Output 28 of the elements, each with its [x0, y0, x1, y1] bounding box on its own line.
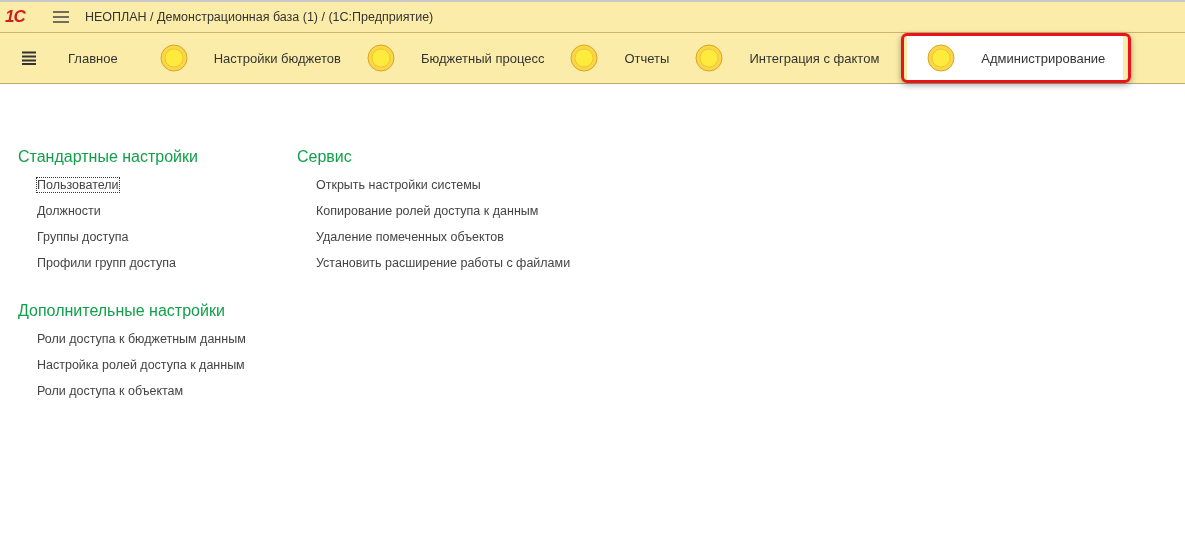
- group-heading: Сервис: [297, 148, 353, 166]
- section-tab[interactable]: Отчеты: [564, 36, 676, 80]
- link[interactable]: Роли доступа к бюджетным данным: [36, 331, 247, 347]
- link[interactable]: Установить расширение работы с файлами: [315, 255, 572, 271]
- section-tab[interactable]: Главное: [58, 36, 124, 80]
- link[interactable]: Группы доступа: [36, 229, 130, 245]
- logo: 1С: [5, 7, 27, 27]
- link[interactable]: Удаление помеченных объектов: [315, 229, 505, 245]
- circle-icon: [570, 44, 599, 72]
- link[interactable]: Роли доступа к объектам: [36, 383, 185, 399]
- section-tab[interactable]: Настройки бюджетов: [153, 36, 347, 80]
- link[interactable]: Открыть настройки системы: [315, 177, 482, 193]
- window-title: НЕОПЛАН / Демонстрационная база (1) / (1С:Предприятие): [85, 10, 434, 24]
- circle-icon: [366, 44, 395, 72]
- link[interactable]: Должности: [36, 203, 102, 219]
- section-tab[interactable]: Администрирование: [907, 36, 1124, 80]
- group-heading: Дополнительные настройки: [18, 302, 226, 320]
- group-heading: Стандартные настройки: [18, 148, 199, 166]
- circle-icon: [159, 44, 188, 72]
- link[interactable]: Копирование ролей доступа к данным: [315, 203, 540, 219]
- section-tab[interactable]: Бюджетный процесс: [360, 36, 551, 80]
- link[interactable]: Пользователи: [36, 177, 120, 193]
- section-tab[interactable]: Интеграция с фактом: [689, 36, 886, 80]
- link[interactable]: Профили групп доступа: [36, 255, 177, 271]
- link[interactable]: Настройка ролей доступа к данным: [36, 357, 246, 373]
- menu-icon[interactable]: [22, 51, 36, 65]
- circle-icon: [695, 44, 724, 72]
- circle-icon: [927, 44, 956, 72]
